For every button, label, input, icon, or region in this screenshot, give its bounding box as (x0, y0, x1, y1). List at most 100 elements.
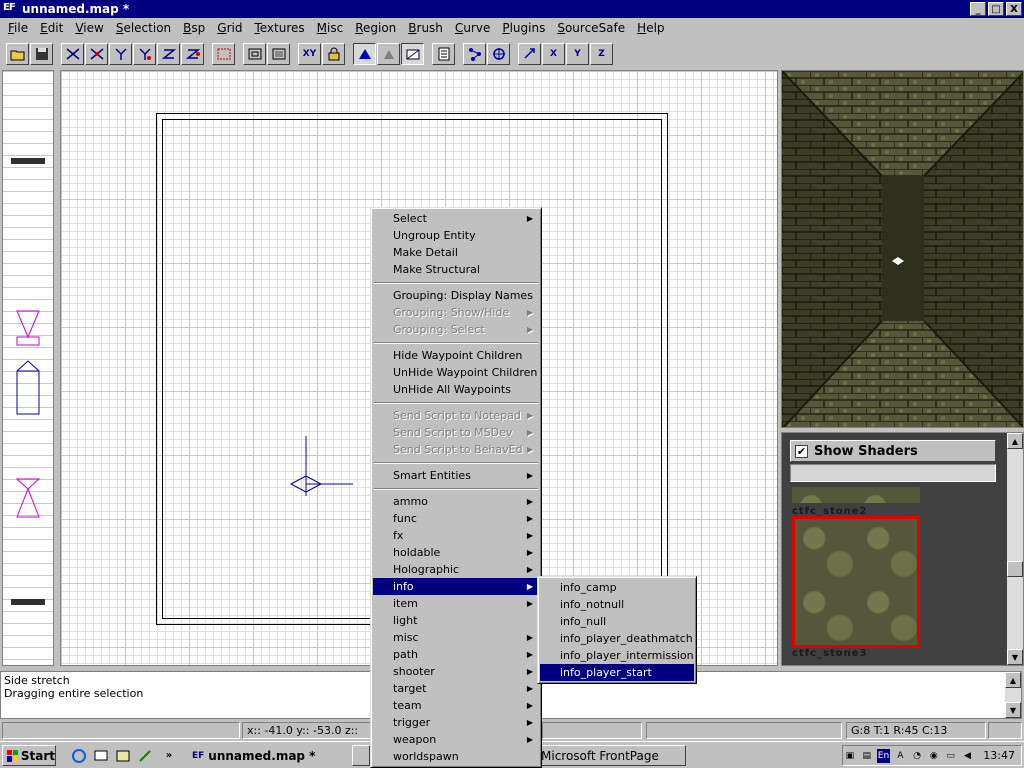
texture-scrollbar[interactable]: ▲ ▼ (1007, 433, 1023, 665)
flip-x-icon[interactable] (61, 43, 84, 65)
context-item-weapon[interactable]: weapon ▶ (373, 731, 539, 748)
context-menu[interactable]: Select ▶ Ungroup Entity Make Detail Make Str… (370, 207, 542, 768)
context-item-unhide-all-waypoints[interactable]: UnHide All Waypoints (373, 381, 539, 398)
scale-x-icon[interactable]: X (542, 43, 565, 65)
context-item-func[interactable]: func ▶ (373, 510, 539, 527)
player-start-entity[interactable] (286, 431, 356, 501)
clipper-icon[interactable] (353, 43, 376, 65)
change-view-icon[interactable]: XY (298, 43, 321, 65)
minimize-button[interactable]: _ (970, 2, 986, 16)
menu-help[interactable]: Help (631, 21, 670, 35)
context-item-fx[interactable]: fx ▶ (373, 527, 539, 544)
context-item-ungroup-entity[interactable]: Ungroup Entity (373, 227, 539, 244)
context-item-item[interactable]: item ▶ (373, 595, 539, 612)
rotate-x-icon[interactable] (85, 43, 108, 65)
texture-thumb-selected[interactable] (792, 516, 920, 648)
ie-icon[interactable] (70, 747, 88, 764)
submenu-item-info-player-intermission[interactable]: info_player_intermission (540, 647, 694, 664)
antivirus-icon[interactable]: ◉ (927, 749, 941, 763)
language-indicator[interactable]: En (876, 748, 891, 763)
context-item-path[interactable]: path ▶ (373, 646, 539, 663)
context-item-hide-waypoint-children[interactable]: Hide Waypoint Children (373, 347, 539, 364)
menu-grid[interactable]: Grid (211, 21, 248, 35)
channels-icon[interactable] (136, 747, 154, 764)
camera-move-icon[interactable] (487, 43, 510, 65)
entity-tree-icon[interactable] (463, 43, 486, 65)
more-quicklaunch-icon[interactable]: » (160, 747, 178, 764)
menu-edit[interactable]: Edit (34, 21, 69, 35)
close-button[interactable]: X (1006, 2, 1022, 16)
context-item-trigger[interactable]: trigger ▶ (373, 714, 539, 731)
context-item-shooter[interactable]: shooter ▶ (373, 663, 539, 680)
context-item-make-detail[interactable]: Make Detail (373, 244, 539, 261)
start-button[interactable]: Start (2, 745, 56, 766)
menu-plugins[interactable]: Plugins (496, 21, 551, 35)
scroll-down-icon[interactable]: ▼ (1005, 702, 1021, 718)
menu-selection[interactable]: Selection (110, 21, 177, 35)
context-item-select[interactable]: Select ▶ (373, 210, 539, 227)
context-item-unhide-waypoint-children[interactable]: UnHide Waypoint Children (373, 364, 539, 381)
select-touching-icon[interactable] (243, 43, 266, 65)
z-entity-markers[interactable] (3, 301, 54, 531)
open-icon[interactable] (6, 43, 29, 65)
menu-textures[interactable]: Textures (248, 21, 310, 35)
brush-list-icon[interactable] (432, 43, 455, 65)
texture-lock-icon[interactable] (322, 43, 345, 65)
context-item-ammo[interactable]: ammo ▶ (373, 493, 539, 510)
console-scrollbar[interactable]: ▲ ▼ (1005, 672, 1021, 718)
outlook-icon[interactable] (114, 747, 132, 764)
submenu-item-info-player-start[interactable]: info_player_start (540, 664, 694, 681)
context-item-holographic[interactable]: Holographic ▶ (373, 561, 539, 578)
camera-3d-view[interactable] (781, 70, 1024, 428)
submenu-item-info-null[interactable]: info_null (540, 613, 694, 630)
context-item-holdable[interactable]: holdable ▶ (373, 544, 539, 561)
context-item-info[interactable]: info ▶ (373, 578, 539, 595)
submenu-item-info-camp[interactable]: info_camp (540, 579, 694, 596)
texture-browser[interactable]: ✔ Show Shaders ctfc_stone2 ctfc_stone3 ▲… (781, 432, 1024, 666)
z-view[interactable] (2, 70, 54, 666)
maximize-button[interactable]: □ (988, 2, 1004, 16)
context-item-make-structural[interactable]: Make Structural (373, 261, 539, 278)
show-entities-icon[interactable] (377, 43, 400, 65)
title-bar[interactable]: EF unnamed.map * _ □ X (0, 0, 1024, 18)
context-item-light[interactable]: light (373, 612, 539, 629)
context-item-worldspawn[interactable]: worldspawn (373, 748, 539, 765)
submenu-item-info-player-deathmatch[interactable]: info_player_deathmatch (540, 630, 694, 647)
app-icon[interactable]: EF (3, 2, 19, 16)
rotate-z-icon[interactable] (181, 43, 204, 65)
show-shaders-toggle[interactable]: ✔ Show Shaders (790, 440, 996, 462)
menu-view[interactable]: View (69, 21, 109, 35)
menu-file[interactable]: File (2, 21, 34, 35)
scroll-down-icon[interactable]: ▼ (1007, 649, 1023, 665)
task-unnamed-map[interactable]: EF unnamed.map * (188, 745, 348, 766)
save-icon[interactable] (30, 43, 53, 65)
select-partial-tall-icon[interactable] (267, 43, 290, 65)
shader-filter-field[interactable] (790, 464, 996, 482)
flip-z-icon[interactable] (157, 43, 180, 65)
select-complete-tall-icon[interactable] (212, 43, 235, 65)
scroll-up-icon[interactable]: ▲ (1007, 433, 1023, 449)
task-frontpage[interactable]: Microsoft FrontPage (536, 745, 686, 766)
scroll-up-icon[interactable]: ▲ (1005, 672, 1021, 688)
context-item-smart-entities[interactable]: Smart Entities ▶ (373, 467, 539, 484)
menu-brush[interactable]: Brush (402, 21, 449, 35)
scheduler-icon[interactable]: ◔ (910, 749, 924, 763)
menu-curve[interactable]: Curve (449, 21, 496, 35)
context-item-misc[interactable]: misc ▶ (373, 629, 539, 646)
scroll-thumb[interactable] (1007, 561, 1023, 577)
submenu-item-info-notnull[interactable]: info_notnull (540, 596, 694, 613)
task-other[interactable] (352, 745, 370, 766)
network-icon[interactable]: ▣ (843, 749, 857, 763)
volume-icon[interactable]: ◀ (961, 749, 975, 763)
scale-z-icon[interactable]: Z (590, 43, 613, 65)
font-icon[interactable]: A (893, 749, 907, 763)
rotate-y-icon[interactable] (133, 43, 156, 65)
context-item-team[interactable]: team ▶ (373, 697, 539, 714)
cubic-clip-icon[interactable] (401, 43, 424, 65)
context-item-grouping-display-names[interactable]: Grouping: Display Names (373, 287, 539, 304)
display-icon[interactable]: ▭ (944, 749, 958, 763)
show-shaders-checkbox[interactable]: ✔ (795, 444, 808, 458)
menu-bsp[interactable]: Bsp (177, 21, 211, 35)
menu-sourcesafe[interactable]: SourceSafe (551, 21, 631, 35)
scale-y-icon[interactable]: Y (566, 43, 589, 65)
